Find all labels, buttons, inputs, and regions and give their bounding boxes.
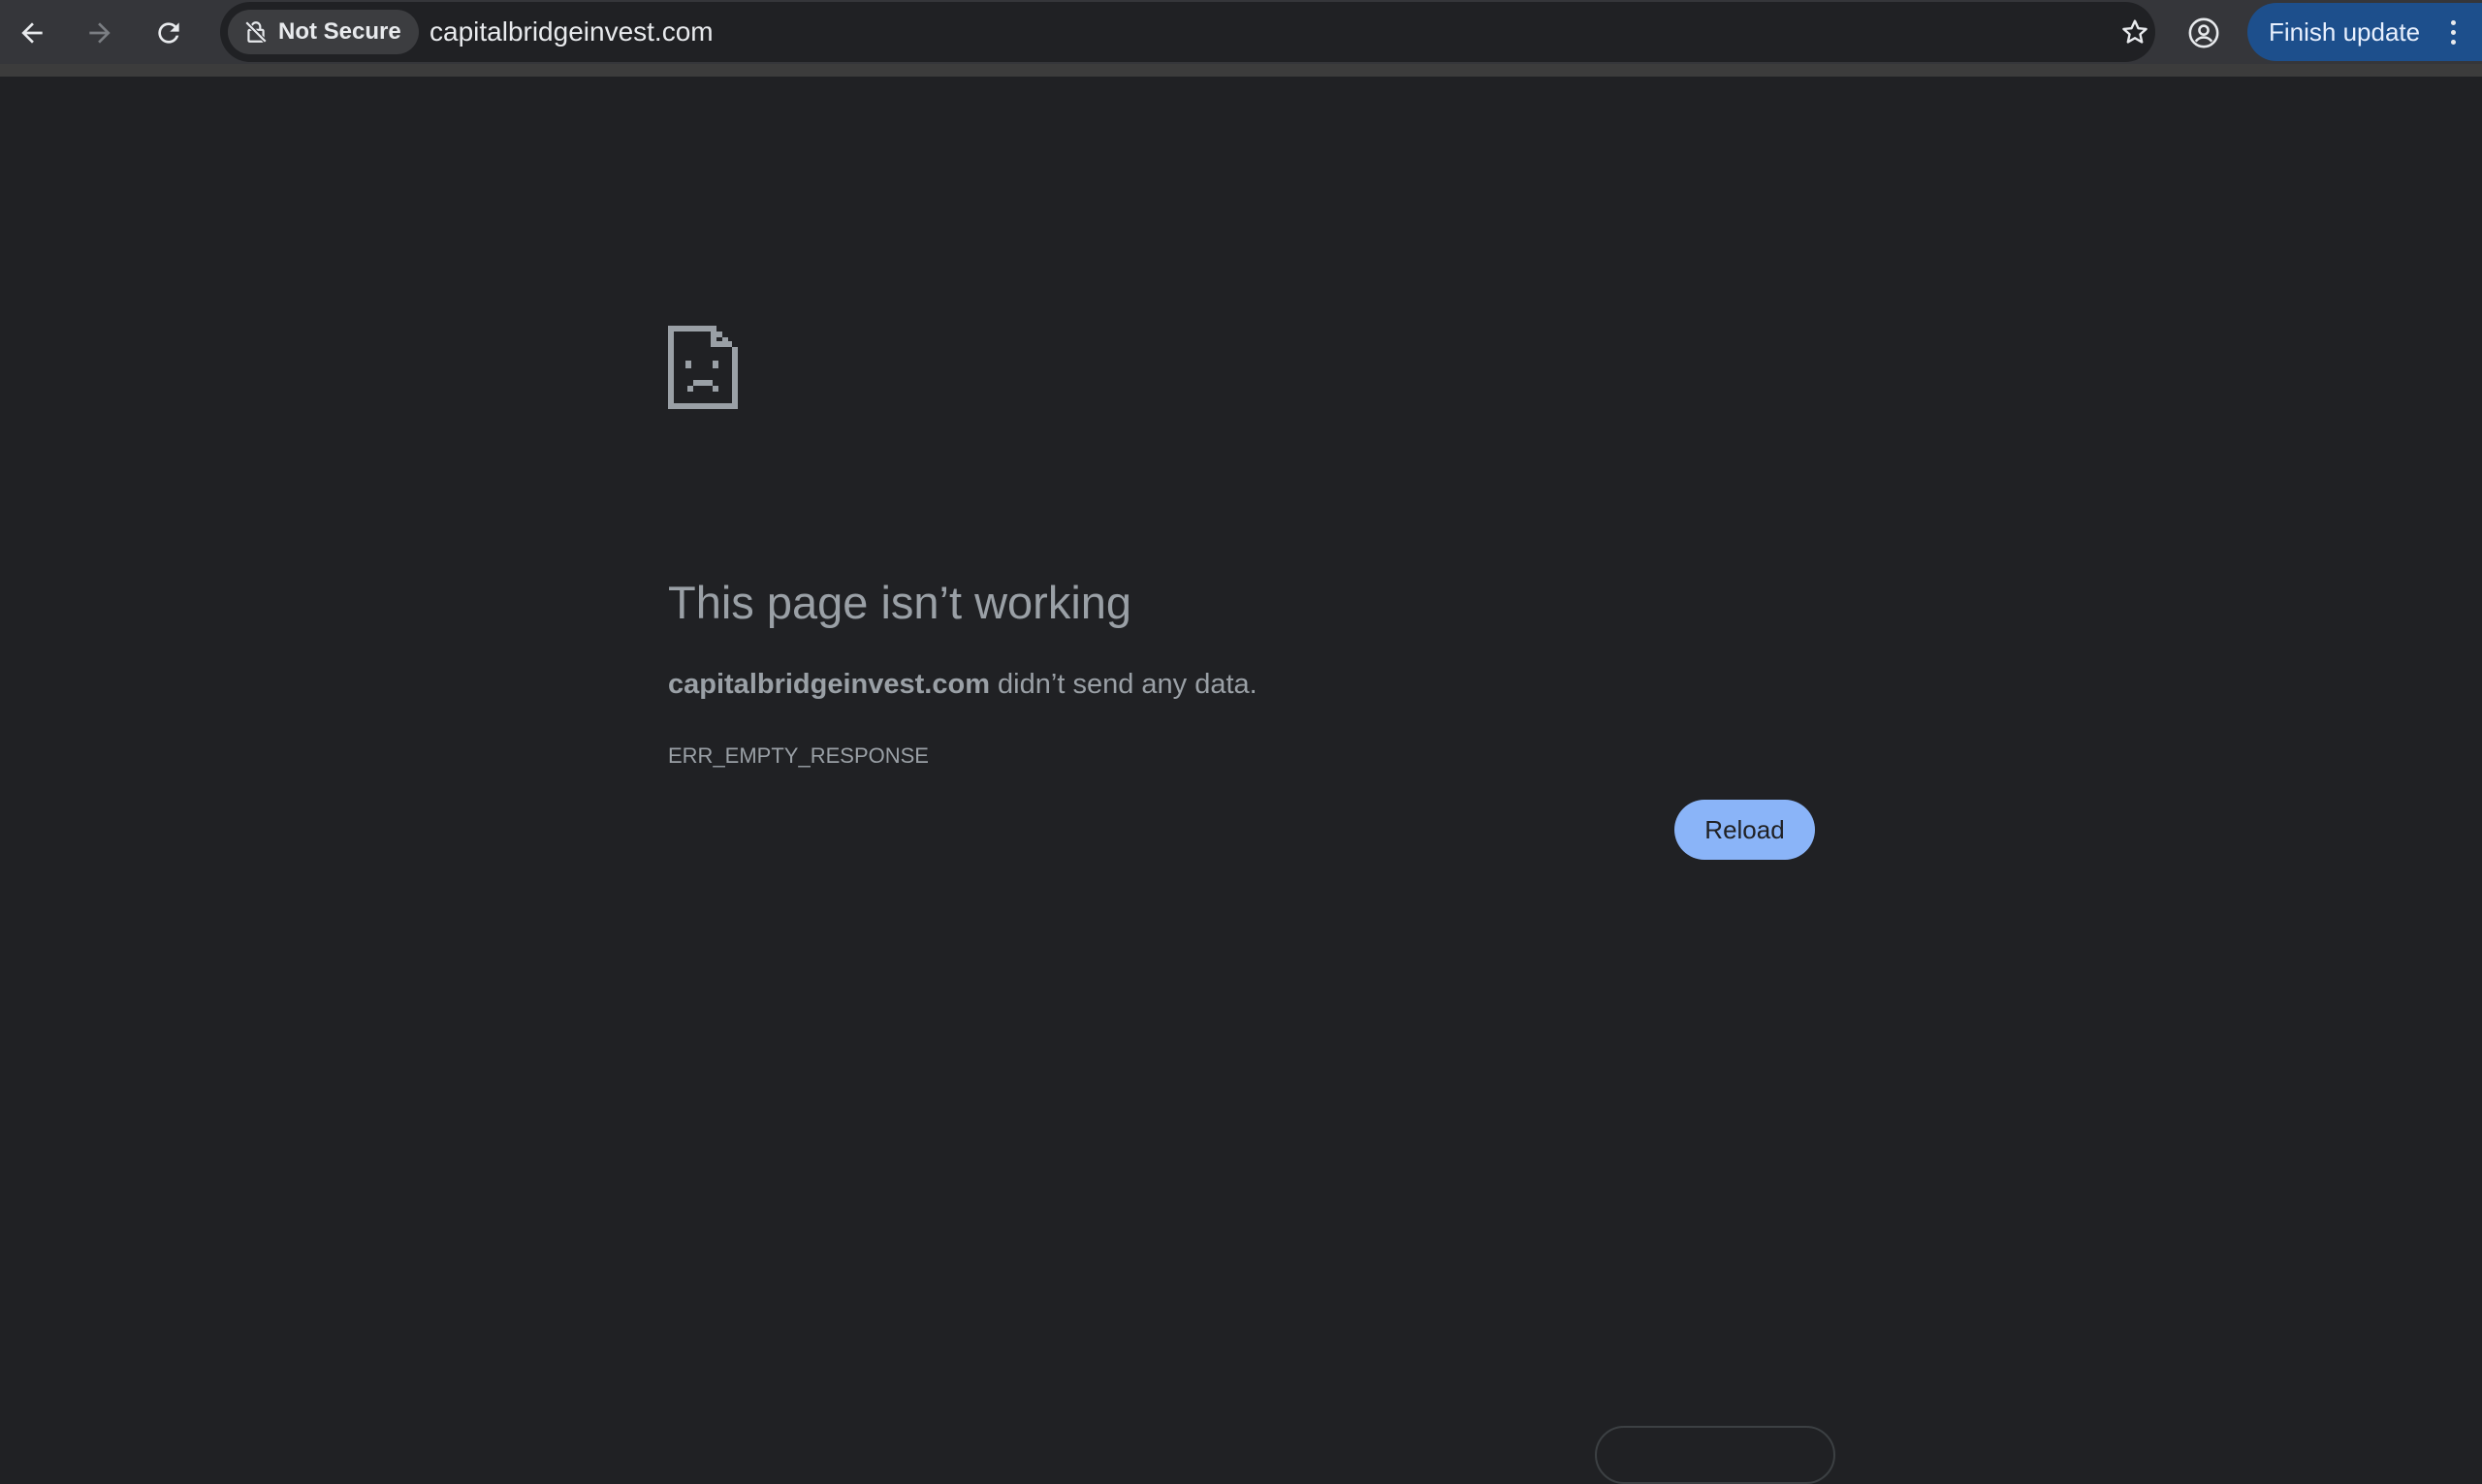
bookmark-button[interactable] <box>2111 8 2159 56</box>
error-host: capitalbridgeinvest.com <box>668 669 990 700</box>
finish-update-label: Finish update <box>2269 16 2421 47</box>
forward-button[interactable] <box>76 9 124 57</box>
reload-icon <box>158 22 179 44</box>
forward-arrow-icon <box>89 22 111 44</box>
error-code: ERR_EMPTY_RESPONSE <box>668 743 929 768</box>
browser-toolbar: Not Secure capitalbridgeinvest.com Finis… <box>0 0 2482 77</box>
profile-button[interactable] <box>2180 9 2228 57</box>
security-label: Not Secure <box>278 18 401 45</box>
reload-button[interactable]: Reload <box>1674 800 1815 860</box>
address-bar[interactable]: Not Secure capitalbridgeinvest.com <box>220 2 2155 62</box>
error-message: didn’t send any data. <box>990 669 1257 700</box>
security-chip[interactable]: Not Secure <box>228 10 419 54</box>
kebab-menu-icon[interactable] <box>2435 8 2470 56</box>
details-button[interactable] <box>1595 1426 1835 1484</box>
back-button[interactable] <box>8 9 56 57</box>
reload-page-button[interactable] <box>144 9 193 57</box>
error-page: This page isn’t working capitalbridgeinv… <box>0 77 2482 1484</box>
profile-icon <box>2188 17 2219 48</box>
url-text[interactable]: capitalbridgeinvest.com <box>430 2 714 62</box>
not-secure-lock-icon <box>244 20 268 44</box>
star-icon <box>2122 19 2148 44</box>
back-arrow-icon <box>21 22 43 44</box>
page-title: This page isn’t working <box>668 577 1132 628</box>
error-summary: capitalbridgeinvest.com didn’t send any … <box>668 669 1257 701</box>
sad-document-icon <box>668 326 738 409</box>
